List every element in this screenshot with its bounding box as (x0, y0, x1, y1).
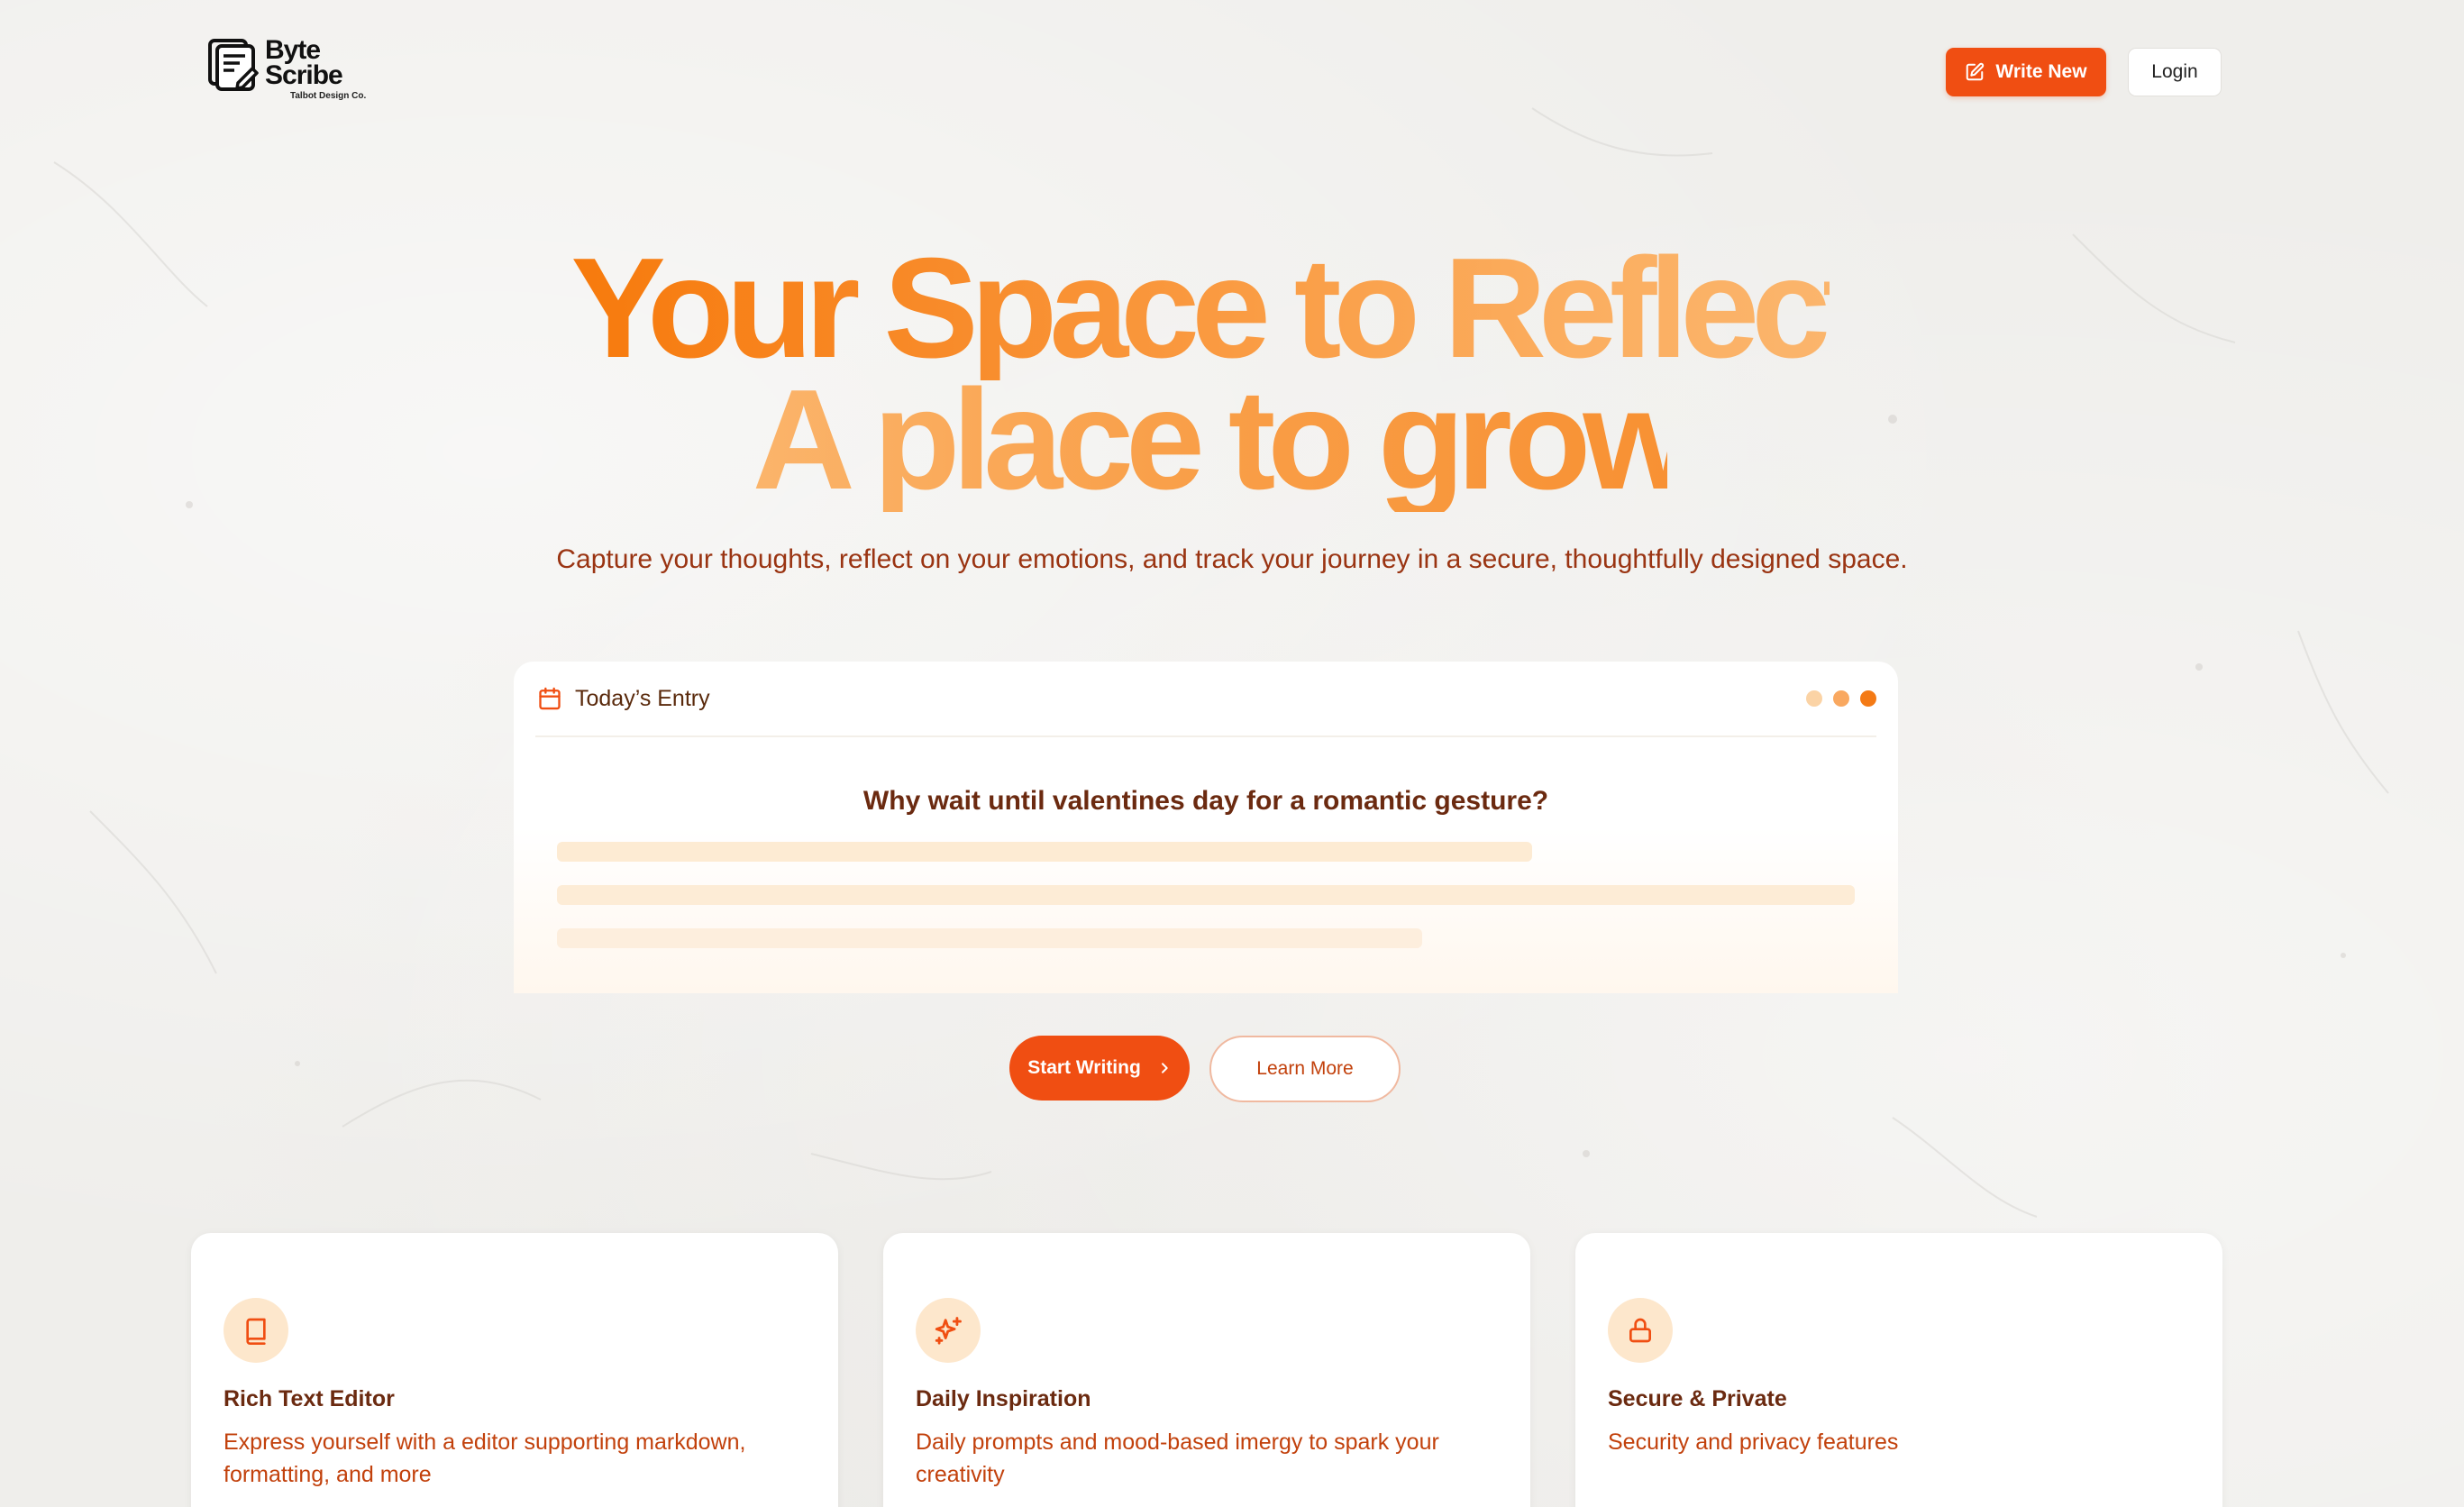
entry-title: Today’s Entry (575, 685, 710, 711)
window-dots (1806, 690, 1876, 707)
hero-title-line-1: Your Space to Reflect. (0, 236, 2464, 380)
book-icon (246, 1318, 266, 1345)
placeholder-line (557, 885, 1855, 905)
write-new-button[interactable]: Write New (1946, 48, 2106, 96)
hero-title-line-2: A place to grow. (0, 368, 2464, 512)
feature-title: Daily Inspiration (916, 1386, 1091, 1411)
entry-prompt: Why wait until valentines day for a roma… (862, 786, 1549, 816)
calendar-icon (539, 687, 561, 710)
feature-icon-wrap (1608, 1298, 1673, 1363)
dot-light (1806, 690, 1822, 707)
logo-name-1: Byte (265, 35, 321, 65)
feature-title: Rich Text Editor (224, 1386, 395, 1411)
entry-card-header: Today’s Entry (535, 662, 1876, 737)
feature-card-rich-text: Rich Text Editor Express yourself with a… (191, 1233, 838, 1507)
logo-subtitle: Talbot Design Co. (290, 91, 367, 101)
placeholder-line (557, 928, 1422, 948)
start-writing-label: Start Writing (1027, 1057, 1141, 1078)
edit-icon (1967, 62, 1985, 81)
dot-dark (1860, 690, 1876, 707)
logo[interactable]: Byte Scribe Talbot Design Co. (207, 35, 367, 101)
placeholder-line (557, 842, 1532, 862)
feature-title: Secure & Private (1608, 1386, 1787, 1411)
dot-medium (1833, 690, 1849, 707)
sparkles-icon (935, 1317, 962, 1345)
learn-more-button[interactable]: Learn More (1209, 1036, 1401, 1102)
feature-card-daily-inspiration: Daily Inspiration Daily prompts and mood… (883, 1233, 1530, 1507)
todays-entry-card: Today’s Entry Why wait until valentines … (514, 662, 1898, 993)
feature-description: Security and privacy features (1608, 1429, 1899, 1455)
feature-icon-wrap (224, 1298, 288, 1363)
feature-icon-wrap (916, 1298, 981, 1363)
feature-description: Express yourself with a editor supportin… (224, 1429, 746, 1487)
logo-name-2: Scribe (265, 60, 343, 90)
chevron-right-icon (1161, 1063, 1168, 1073)
start-writing-button[interactable]: Start Writing (1009, 1036, 1190, 1101)
login-button[interactable]: Login (2128, 48, 2222, 96)
notebook-pen-icon (208, 39, 259, 91)
feature-card-secure-private: Secure & Private Security and privacy fe… (1575, 1233, 2222, 1507)
feature-description: Daily prompts and mood-based imergy to s… (916, 1429, 1439, 1487)
lock-icon (1629, 1318, 1651, 1343)
write-new-label: Write New (1995, 61, 2087, 82)
hero-subtitle: Capture your thoughts, reflect on your e… (556, 544, 1908, 574)
